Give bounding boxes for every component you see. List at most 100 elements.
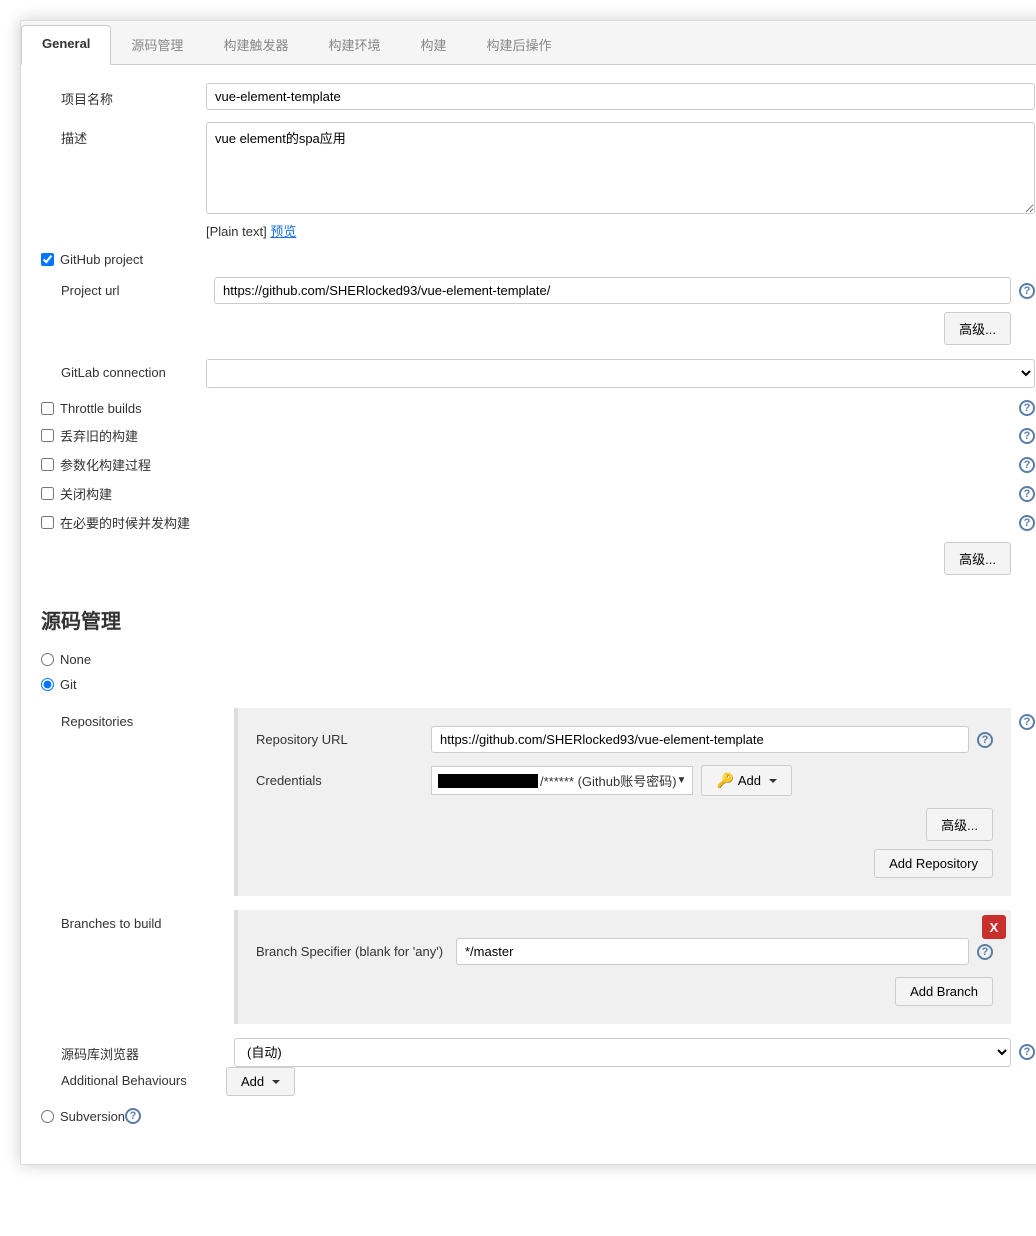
row-credentials: Credentials /****** (Github账号密码) ▼ 🔑 Add: [256, 765, 993, 796]
tab-post[interactable]: 构建后操作: [466, 25, 571, 64]
tab-env[interactable]: 构建环境: [308, 25, 400, 64]
chevron-down-icon: [272, 1080, 280, 1084]
scm-git-label: Git: [60, 677, 77, 692]
label-repo-url: Repository URL: [256, 732, 431, 747]
row-throttle: Throttle builds ?: [41, 400, 1035, 416]
tab-general[interactable]: General: [21, 25, 111, 65]
chevron-down-icon: [769, 779, 777, 783]
tabs: General 源码管理 构建触发器 构建环境 构建 构建后操作: [21, 21, 1036, 65]
close-label: 关闭构建: [60, 484, 1019, 503]
close-checkbox[interactable]: [41, 487, 54, 500]
row-repositories: Repositories Repository URL ? Credential…: [61, 708, 1035, 910]
add-label: Add: [738, 773, 761, 788]
add-behaviour-button[interactable]: Add: [226, 1067, 295, 1096]
project-url-input[interactable]: [214, 277, 1011, 304]
browser-select[interactable]: (自动): [234, 1038, 1011, 1067]
label-browser: 源码库浏览器: [61, 1038, 226, 1063]
git-subsection: Repositories Repository URL ? Credential…: [61, 708, 1035, 1096]
label-credentials: Credentials: [256, 773, 431, 788]
help-icon[interactable]: ?: [1019, 283, 1035, 299]
param-checkbox[interactable]: [41, 458, 54, 471]
tab-scm[interactable]: 源码管理: [111, 25, 203, 64]
credentials-masked: [438, 774, 538, 788]
row-concurrent: 在必要的时候并发构建 ?: [41, 513, 1035, 532]
key-icon: 🔑: [716, 772, 733, 789]
tab-triggers[interactable]: 构建触发器: [203, 25, 308, 64]
scm-none-radio[interactable]: [41, 653, 54, 666]
label-desc: 描述: [41, 122, 206, 147]
row-repo-url: Repository URL ?: [256, 726, 993, 753]
add-repository-button[interactable]: Add Repository: [874, 849, 993, 878]
scm-none-label: None: [60, 652, 91, 667]
label-branch-spec: Branch Specifier (blank for 'any'): [256, 944, 456, 959]
gitlab-select[interactable]: [206, 359, 1035, 388]
dropdown-caret-icon: ▼: [677, 775, 687, 786]
row-scm-svn: Subversion ?: [41, 1108, 1035, 1124]
repo-block: Repository URL ? Credentials: [234, 708, 1011, 896]
repo-advanced-button[interactable]: 高级...: [926, 808, 993, 841]
row-close: 关闭构建 ?: [41, 484, 1035, 503]
delete-branch-button[interactable]: X: [982, 915, 1006, 939]
advanced-button-2[interactable]: 高级...: [944, 542, 1011, 575]
row-branch-spec: Branch Specifier (blank for 'any') ?: [256, 938, 993, 965]
content: 项目名称 描述 vue element的spa应用 [Plain text] 预…: [21, 65, 1036, 1164]
row-project-url: Project url ?: [41, 277, 1035, 304]
help-icon[interactable]: ?: [1019, 515, 1035, 531]
label-project-name: 项目名称: [41, 83, 206, 108]
row-branches: Branches to build X Branch Specifier (bl…: [61, 910, 1035, 1038]
config-page: General 源码管理 构建触发器 构建环境 构建 构建后操作 项目名称 描述…: [20, 20, 1036, 1165]
label-gitlab: GitLab connection: [41, 359, 206, 380]
hint-plain-text: [Plain text]: [206, 224, 270, 239]
github-project-label: GitHub project: [60, 252, 1035, 267]
row-additional: Additional Behaviours Add: [61, 1067, 1035, 1096]
scm-svn-radio[interactable]: [41, 1110, 54, 1123]
row-scm-none: None: [41, 652, 1035, 667]
scm-git-radio[interactable]: [41, 678, 54, 691]
add-credentials-button[interactable]: 🔑 Add: [701, 765, 792, 796]
param-label: 参数化构建过程: [60, 455, 1019, 474]
label-project-url: Project url: [41, 277, 206, 298]
help-icon[interactable]: ?: [1019, 1044, 1035, 1060]
row-desc: 描述 vue element的spa应用 [Plain text] 预览: [41, 122, 1035, 240]
throttle-checkbox[interactable]: [41, 402, 54, 415]
concurrent-label: 在必要的时候并发构建: [60, 513, 1019, 532]
row-project-name: 项目名称: [41, 83, 1035, 110]
concurrent-checkbox[interactable]: [41, 516, 54, 529]
github-project-checkbox[interactable]: [41, 253, 54, 266]
label-repositories: Repositories: [61, 708, 226, 729]
advanced-button[interactable]: 高级...: [944, 312, 1011, 345]
row-github-project: GitHub project: [41, 252, 1035, 267]
credentials-text: /****** (Github账号密码): [540, 771, 677, 790]
project-name-input[interactable]: [206, 83, 1035, 110]
desc-hint: [Plain text] 预览: [206, 221, 1035, 240]
tab-build[interactable]: 构建: [400, 25, 466, 64]
row-param: 参数化构建过程 ?: [41, 455, 1035, 474]
help-icon[interactable]: ?: [1019, 486, 1035, 502]
discard-label: 丢弃旧的构建: [60, 426, 1019, 445]
help-icon[interactable]: ?: [125, 1108, 141, 1124]
preview-link[interactable]: 预览: [270, 224, 296, 239]
label-additional: Additional Behaviours: [61, 1067, 226, 1088]
help-icon[interactable]: ?: [1019, 400, 1035, 416]
help-icon[interactable]: ?: [1019, 428, 1035, 444]
row-scm-git: Git: [41, 677, 1035, 692]
help-icon[interactable]: ?: [1019, 457, 1035, 473]
label-branches: Branches to build: [61, 910, 226, 931]
help-icon[interactable]: ?: [977, 944, 993, 960]
help-icon[interactable]: ?: [1019, 714, 1035, 730]
branch-spec-input[interactable]: [456, 938, 969, 965]
desc-textarea[interactable]: vue element的spa应用: [206, 122, 1035, 214]
discard-checkbox[interactable]: [41, 429, 54, 442]
credentials-select[interactable]: /****** (Github账号密码) ▼: [431, 766, 693, 795]
scm-svn-label: Subversion: [60, 1109, 125, 1124]
add-branch-button[interactable]: Add Branch: [895, 977, 993, 1006]
repo-url-input[interactable]: [431, 726, 969, 753]
row-discard: 丢弃旧的构建 ?: [41, 426, 1035, 445]
row-browser: 源码库浏览器 (自动) ?: [61, 1038, 1035, 1067]
scm-section-title: 源码管理: [41, 605, 1035, 634]
help-icon[interactable]: ?: [977, 732, 993, 748]
row-gitlab: GitLab connection: [41, 359, 1035, 388]
throttle-label: Throttle builds: [60, 401, 1019, 416]
add2-label: Add: [241, 1074, 264, 1089]
branch-block: X Branch Specifier (blank for 'any') ? A…: [234, 910, 1011, 1024]
